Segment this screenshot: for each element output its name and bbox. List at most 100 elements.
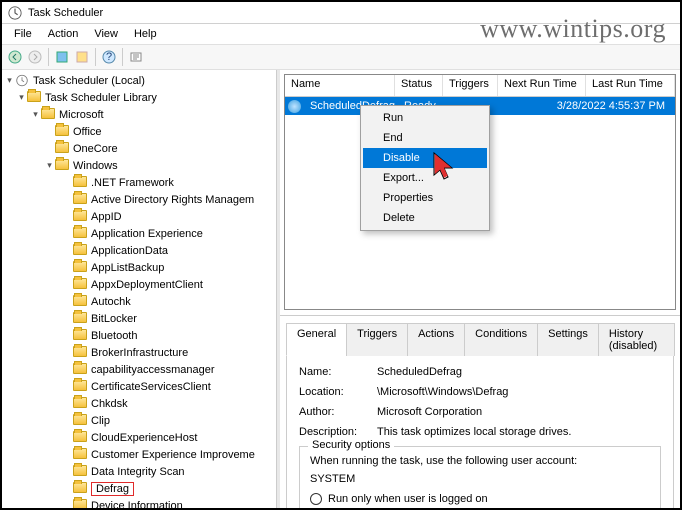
ctx-run[interactable]: Run	[363, 108, 487, 128]
expander-icon[interactable]	[62, 313, 73, 324]
expander-icon[interactable]	[44, 143, 55, 154]
help-button[interactable]: ?	[100, 48, 118, 66]
col-status: Status	[395, 75, 443, 96]
expander-icon[interactable]	[62, 364, 73, 375]
security-line1: When running the task, use the following…	[310, 455, 650, 467]
tree-item[interactable]: CertificateServicesClient	[2, 378, 276, 395]
security-group: Security options When running the task, …	[299, 446, 661, 508]
forward-button[interactable]	[26, 48, 44, 66]
expander-icon[interactable]: ▾	[16, 92, 27, 103]
action-button[interactable]	[127, 48, 145, 66]
tree-item[interactable]: Bluetooth	[2, 327, 276, 344]
col-last: Last Run Time	[586, 75, 675, 96]
ctx-delete[interactable]: Delete	[363, 208, 487, 228]
tree-item[interactable]: AppxDeploymentClient	[2, 276, 276, 293]
refresh-button[interactable]	[73, 48, 91, 66]
column-headers[interactable]: Name Status Triggers Next Run Time Last …	[285, 75, 675, 97]
expander-icon[interactable]	[62, 177, 73, 188]
tree-item[interactable]: Application Experience	[2, 225, 276, 242]
folder-icon	[73, 397, 88, 410]
cell-next: 3/28/2022 4:55:37 PM	[501, 99, 675, 113]
value-location: \Microsoft\Windows\Defrag	[377, 386, 508, 398]
tree-pane[interactable]: ▾Task Scheduler (Local)▾Task Scheduler L…	[2, 70, 277, 508]
tab-settings[interactable]: Settings	[537, 323, 599, 356]
expander-icon[interactable]	[62, 432, 73, 443]
task-icon	[288, 100, 301, 113]
menu-action[interactable]: Action	[40, 26, 87, 42]
ctx-end[interactable]: End	[363, 128, 487, 148]
tree-item[interactable]: Autochk	[2, 293, 276, 310]
tree-item[interactable]: Office	[2, 123, 276, 140]
expander-icon[interactable]	[62, 466, 73, 477]
expander-icon[interactable]: ▾	[4, 75, 15, 86]
tree-item[interactable]: ▾Windows	[2, 157, 276, 174]
tree-item[interactable]: capabilityaccessmanager	[2, 361, 276, 378]
expander-icon[interactable]	[62, 245, 73, 256]
tree-item[interactable]: Defrag	[2, 480, 276, 497]
radio-run-logged-on[interactable]: Run only when user is logged on	[310, 493, 650, 505]
expander-icon[interactable]: ▾	[30, 109, 41, 120]
tree-item[interactable]: Customer Experience Improveme	[2, 446, 276, 463]
tree-item[interactable]: ApplicationData	[2, 242, 276, 259]
tab-conditions[interactable]: Conditions	[464, 323, 538, 356]
folder-icon	[73, 448, 88, 461]
expander-icon[interactable]	[44, 126, 55, 137]
expander-icon[interactable]: ▾	[44, 160, 55, 171]
folder-icon	[55, 125, 70, 138]
folder-icon	[73, 499, 88, 508]
expander-icon[interactable]	[62, 279, 73, 290]
app-icon	[8, 6, 22, 20]
tab-general[interactable]: General	[286, 323, 347, 356]
ctx-export[interactable]: Export...	[363, 168, 487, 188]
tree-item[interactable]: Data Integrity Scan	[2, 463, 276, 480]
expander-icon[interactable]	[62, 500, 73, 508]
folder-icon	[27, 91, 42, 104]
expander-icon[interactable]	[62, 194, 73, 205]
tab-actions[interactable]: Actions	[407, 323, 465, 356]
tab-triggers[interactable]: Triggers	[346, 323, 408, 356]
expander-icon[interactable]	[62, 415, 73, 426]
tab-history[interactable]: History (disabled)	[598, 323, 675, 356]
tree-item[interactable]: ▾Task Scheduler Library	[2, 89, 276, 106]
back-button[interactable]	[6, 48, 24, 66]
tree-item[interactable]: Device Information	[2, 497, 276, 508]
expander-icon[interactable]	[62, 296, 73, 307]
tree-item[interactable]: CloudExperienceHost	[2, 429, 276, 446]
expander-icon[interactable]	[62, 398, 73, 409]
tree-item[interactable]: .NET Framework	[2, 174, 276, 191]
tree-item[interactable]: ▾Task Scheduler (Local)	[2, 72, 276, 89]
expander-icon[interactable]	[62, 347, 73, 358]
menu-help[interactable]: Help	[126, 26, 165, 42]
tree-item[interactable]: Active Directory Rights Managem	[2, 191, 276, 208]
folder-icon	[73, 227, 88, 240]
folder-icon	[73, 176, 88, 189]
tree-item[interactable]: BitLocker	[2, 310, 276, 327]
expander-icon[interactable]	[62, 211, 73, 222]
expander-icon[interactable]	[62, 381, 73, 392]
menu-view[interactable]: View	[86, 26, 126, 42]
scope-button[interactable]	[53, 48, 71, 66]
expander-icon[interactable]	[62, 330, 73, 341]
label-location: Location:	[299, 386, 377, 398]
tree-item[interactable]: ▾Microsoft	[2, 106, 276, 123]
folder-icon	[73, 414, 88, 427]
tree-item[interactable]: BrokerInfrastructure	[2, 344, 276, 361]
tree-item[interactable]: AppID	[2, 208, 276, 225]
tree-item[interactable]: AppListBackup	[2, 259, 276, 276]
ctx-properties[interactable]: Properties	[363, 188, 487, 208]
folder-icon	[73, 193, 88, 206]
folder-icon	[73, 312, 88, 325]
ctx-disable[interactable]: Disable	[363, 148, 487, 168]
expander-icon[interactable]	[62, 449, 73, 460]
tree-item[interactable]: Chkdsk	[2, 395, 276, 412]
tree-item[interactable]: OneCore	[2, 140, 276, 157]
menu-file[interactable]: File	[6, 26, 40, 42]
folder-icon	[55, 142, 70, 155]
value-name: ScheduledDefrag	[377, 366, 462, 378]
expander-icon[interactable]	[62, 228, 73, 239]
tree-item[interactable]: Clip	[2, 412, 276, 429]
toolbar: ?	[2, 44, 680, 70]
expander-icon[interactable]	[62, 483, 73, 494]
expander-icon[interactable]	[62, 262, 73, 273]
radio-icon	[310, 493, 322, 505]
